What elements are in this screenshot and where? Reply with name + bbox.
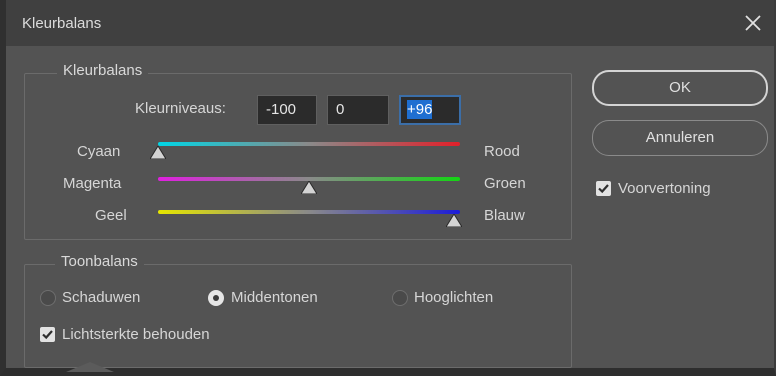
color-balance-group-title: Kleurbalans: [57, 62, 149, 79]
preserve-luminosity-label[interactable]: Lichtsterkte behouden: [62, 326, 210, 343]
ok-button[interactable]: OK: [592, 70, 768, 106]
close-icon[interactable]: [741, 11, 765, 35]
preview-label[interactable]: Voorvertoning: [618, 180, 711, 197]
level-yellow-blue-input[interactable]: +96: [399, 95, 461, 125]
radio-shadows-label[interactable]: Schaduwen: [62, 289, 140, 306]
cyan-red-slider-handle[interactable]: [150, 146, 166, 159]
bottom-notch: [66, 362, 114, 372]
radio-shadows[interactable]: [40, 290, 56, 306]
radio-highlights[interactable]: [392, 290, 408, 306]
color-levels-label: Kleurniveaus:: [135, 100, 226, 117]
yellow-blue-slider-handle[interactable]: [445, 214, 462, 227]
title-bar[interactable]: Kleurbalans: [6, 0, 774, 46]
slider-left-label-magenta: Magenta: [63, 175, 122, 192]
preview-checkbox[interactable]: [596, 181, 611, 196]
slider-left-label-cyan: Cyaan: [77, 143, 121, 160]
yellow-blue-track[interactable]: [158, 210, 460, 214]
color-balance-dialog: Kleurbalans Kleurbalans Kleurniveaus: -1…: [0, 0, 776, 376]
slider-right-label-red: Rood: [484, 143, 520, 160]
cancel-button[interactable]: Annuleren: [592, 120, 768, 156]
radio-midtones[interactable]: [208, 290, 224, 306]
tone-balance-group-title: Toonbalans: [55, 253, 144, 270]
tone-balance-group: Toonbalans Schaduwen Middentonen Hooglic…: [24, 253, 572, 368]
radio-highlights-label[interactable]: Hooglichten: [414, 289, 493, 306]
level-yellow-blue-value: +96: [407, 100, 433, 119]
radio-midtones-label[interactable]: Middentonen: [231, 289, 318, 306]
level-magenta-green-value: 0: [336, 101, 345, 118]
dialog-title: Kleurbalans: [22, 15, 102, 32]
level-magenta-green-input[interactable]: 0: [327, 95, 389, 125]
level-cyan-red-input[interactable]: -100: [257, 95, 317, 125]
color-balance-group: Kleurbalans Kleurniveaus: -100 0 +96 Cya…: [24, 62, 572, 240]
slider-right-label-blue: Blauw: [484, 207, 525, 224]
magenta-green-slider-handle[interactable]: [301, 181, 317, 194]
slider-left-label-yellow: Geel: [95, 207, 127, 224]
level-cyan-red-value: -100: [266, 101, 297, 118]
slider-right-label-green: Groen: [484, 175, 526, 192]
preserve-luminosity-checkbox[interactable]: [40, 327, 55, 342]
cyan-red-track[interactable]: [158, 142, 460, 146]
